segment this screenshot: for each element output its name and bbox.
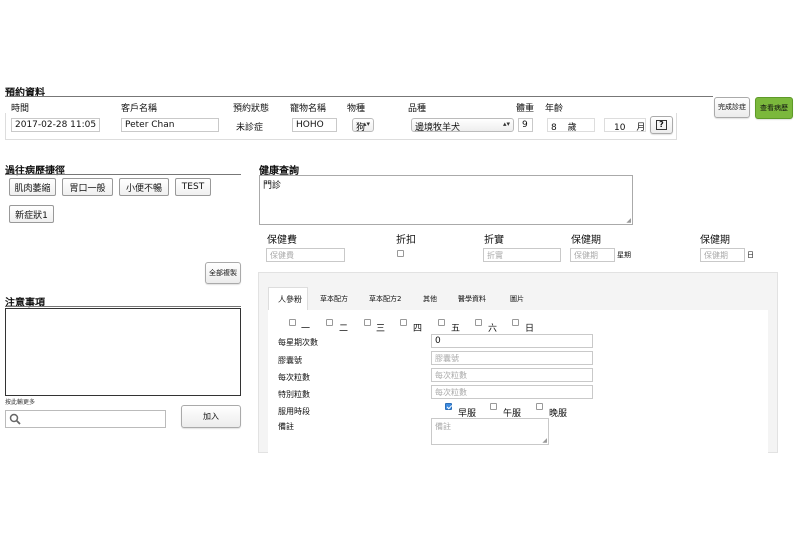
timing-label: 服用時段 (278, 407, 310, 416)
history-tag[interactable]: TEST (175, 178, 211, 196)
discount-checkbox[interactable] (397, 250, 404, 257)
time-input[interactable]: 2017-02-28 11:05 (11, 118, 100, 132)
net-label: 折實 (484, 235, 504, 246)
tab-images[interactable]: 圖片 (510, 294, 524, 304)
header-age: 年齡 (545, 104, 564, 114)
discount-label: 折扣 (396, 235, 416, 246)
per-dose-input[interactable]: 每次粒數 (431, 368, 593, 382)
breed-value: 邊境牧羊犬 (415, 123, 461, 133)
day-checkbox[interactable] (475, 319, 482, 326)
day-label: 六 (488, 324, 498, 334)
header-status: 預約狀態 (233, 104, 270, 114)
tab-herbal[interactable]: 草本配方 (320, 294, 348, 304)
health-inquiry-text: 門診 (263, 181, 282, 191)
resize-handle-icon: ◢ (626, 217, 631, 224)
header-weight: 體重 (516, 104, 535, 114)
complete-consultation-button[interactable]: 完成診症 (714, 97, 750, 118)
day-label: 四 (413, 324, 423, 334)
tab-medical-data[interactable]: 醫學資料 (458, 294, 486, 304)
day-checkbox[interactable] (364, 319, 371, 326)
health-inquiry-textarea[interactable]: 門診 ◢ (259, 175, 633, 225)
age-years-unit: 歲 (567, 123, 577, 132)
pet-name-input[interactable]: HOHO (292, 118, 337, 132)
age-months-value: 10 (614, 123, 626, 132)
history-tag[interactable]: 新症狀1 (9, 205, 54, 223)
day-checkbox[interactable] (326, 319, 333, 326)
history-tag[interactable]: 小便不暢 (119, 178, 169, 196)
weight-input[interactable]: 9 (518, 118, 533, 132)
tab-ginseng[interactable]: 人參粉 (278, 294, 302, 305)
net-input[interactable]: 折實 (483, 248, 561, 262)
tab-other[interactable]: 其他 (423, 294, 437, 304)
timing-option-label: 晚服 (549, 409, 568, 419)
question-icon: ? (656, 120, 667, 130)
header-time: 時間 (11, 104, 30, 114)
special-count-input[interactable]: 每次粒數 (431, 385, 593, 399)
header-species: 物種 (347, 104, 366, 114)
per-dose-label: 每次粒數 (278, 373, 310, 382)
history-tag[interactable]: 胃口一般 (62, 178, 113, 196)
day-checkbox[interactable] (512, 319, 519, 326)
breed-select[interactable]: 邊境牧羊犬 ▴▾ (411, 118, 514, 133)
period-label: 保健期 (571, 235, 601, 246)
day-label: 三 (376, 324, 386, 334)
notes-divider (5, 306, 241, 307)
timing-evening-checkbox[interactable] (536, 403, 543, 410)
timing-morning-checkbox[interactable] (445, 403, 452, 410)
day-checkbox[interactable] (400, 319, 407, 326)
age-years-input[interactable]: 8 歲 (547, 118, 595, 132)
tab-herbal-2[interactable]: 草本配方2 (369, 294, 401, 304)
species-select[interactable]: 狗 ▴▾ (352, 118, 374, 133)
remarks-textarea[interactable]: 備註 ◢ (431, 418, 549, 445)
add-note-button[interactable]: 加入 (181, 405, 241, 428)
day-checkbox[interactable] (438, 319, 445, 326)
history-tag[interactable]: 肌肉萎縮 (9, 178, 56, 196)
health-fee-label: 保健費 (267, 235, 297, 246)
capsule-input[interactable]: 膠囊號 (431, 351, 593, 365)
period2-input[interactable]: 保健期 (700, 248, 745, 262)
period2-unit: 日 (747, 251, 754, 259)
weekly-count-input[interactable]: 0 (431, 334, 593, 348)
timing-noon-checkbox[interactable] (490, 403, 497, 410)
special-count-label: 特別粒數 (278, 390, 310, 399)
header-pet-name: 寵物名稱 (290, 104, 327, 114)
age-months-unit: 月 (636, 123, 646, 132)
period-unit: 星期 (617, 251, 631, 259)
day-label: 五 (451, 324, 461, 334)
capsule-label: 膠囊號 (278, 356, 302, 365)
client-name-input[interactable]: Peter Chan (121, 118, 219, 132)
header-breed: 品種 (408, 104, 427, 114)
help-button[interactable]: ? (650, 116, 673, 134)
day-label: 二 (339, 324, 349, 334)
select-arrows-icon: ▴▾ (502, 120, 510, 128)
day-label: 一 (301, 324, 311, 334)
day-checkbox[interactable] (289, 319, 296, 326)
remarks-placeholder: 備註 (435, 422, 451, 431)
period-input[interactable]: 保健期 (570, 248, 615, 262)
age-months-input[interactable]: 10 月 (604, 118, 646, 132)
health-fee-input[interactable]: 保健費 (266, 248, 345, 262)
age-years-value: 8 (551, 123, 557, 132)
view-records-button[interactable]: 查看病歷 (755, 97, 793, 119)
past-history-divider (5, 174, 241, 175)
resize-handle-icon: ◢ (542, 437, 547, 444)
remarks-label: 備註 (278, 422, 294, 431)
select-arrows-icon: ▴▾ (362, 120, 370, 128)
weekly-count-label: 每星期次數 (278, 338, 318, 347)
appointment-divider (5, 96, 713, 97)
header-client-name: 客戶名稱 (121, 104, 158, 114)
copy-all-button[interactable]: 全部複製 (205, 262, 241, 284)
status-value: 未診症 (236, 123, 264, 133)
notes-search-input[interactable] (5, 410, 166, 428)
period2-label: 保健期 (700, 235, 730, 246)
search-icon (9, 413, 21, 425)
notes-hint: 按此輸更多 (5, 399, 36, 406)
notes-textarea[interactable] (5, 308, 241, 396)
day-label: 日 (525, 324, 535, 334)
